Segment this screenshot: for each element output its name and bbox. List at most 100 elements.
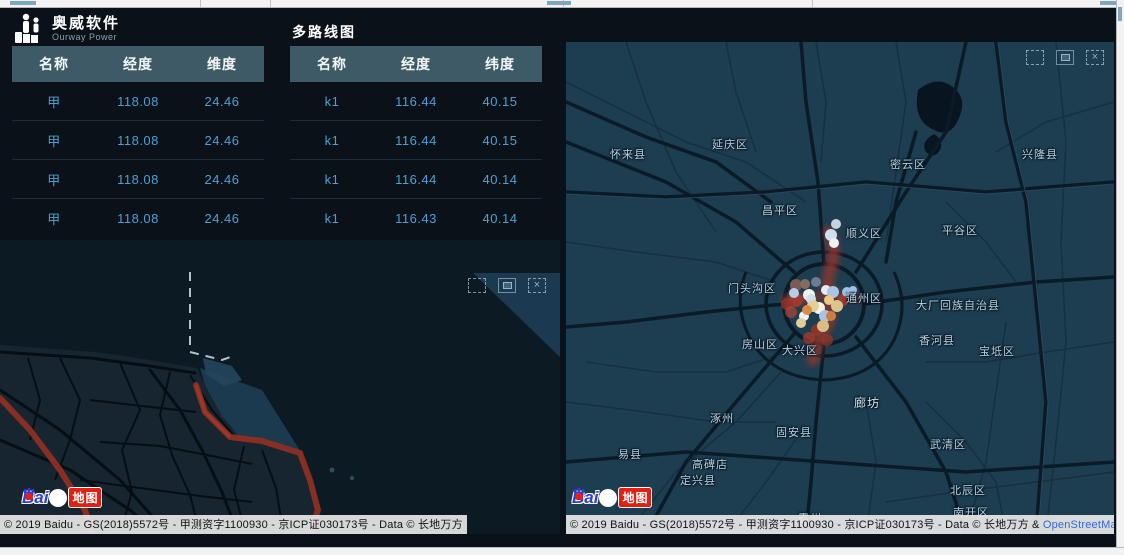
- marquee-select-icon[interactable]: [468, 278, 486, 293]
- table-row[interactable]: 甲118.0824.46: [12, 160, 264, 199]
- cell: 118.08: [96, 94, 180, 109]
- right-scrollbar[interactable]: [1116, 0, 1124, 554]
- district-label: 大兴区: [782, 342, 818, 358]
- brand-subtitle: Ourway Power: [52, 32, 120, 42]
- district-label: 通州区: [846, 290, 882, 306]
- box-zoom-inner: [1061, 54, 1070, 61]
- table-row[interactable]: k1116.4440.15: [290, 121, 542, 160]
- table-row[interactable]: k1116.4340.14: [290, 199, 542, 231]
- district-label: 宝坻区: [979, 343, 1015, 359]
- right-map-copyright: © 2019 Baidu - GS(2018)5572号 - 甲测资字11009…: [566, 515, 1114, 534]
- cell: 40.15: [458, 94, 542, 109]
- coords-table-header: 名称 经度 维度: [12, 46, 264, 82]
- brand-logo: 奥威软件 Ourway Power: [14, 12, 120, 44]
- box-zoom-icon[interactable]: [1056, 50, 1074, 65]
- route-table-header: 名称 经度 纬度: [290, 46, 542, 82]
- multi-route-title: 多路线图: [292, 22, 356, 42]
- district-label: 涿州: [710, 410, 734, 426]
- table-row[interactable]: k1116.4440.14: [290, 160, 542, 199]
- brand-name: 奥威软件: [52, 15, 120, 32]
- cell: 24.46: [180, 172, 264, 187]
- baidu-maps-logo[interactable]: Bai 地图: [22, 487, 102, 508]
- col-latitude: 纬度: [458, 54, 542, 74]
- marquee-select-icon[interactable]: [1026, 50, 1044, 65]
- district-label: 延庆区: [712, 136, 748, 152]
- cell: 116.43: [374, 211, 458, 226]
- district-label: 房山区: [742, 336, 778, 352]
- copyright-text: © 2019 Baidu - GS(2018)5572号 - 甲测资字11009…: [570, 519, 1043, 531]
- clear-selection-icon[interactable]: ×: [1086, 50, 1104, 65]
- right-map-toolbar: ×: [1026, 50, 1104, 65]
- cell: 甲: [12, 92, 96, 111]
- district-label: 香河县: [919, 332, 955, 348]
- col-latitude: 维度: [180, 54, 264, 74]
- district-label: 昌平区: [762, 202, 798, 218]
- cell: 116.44: [374, 172, 458, 187]
- col-longitude: 经度: [374, 54, 458, 74]
- baidu-paw-icon: [49, 489, 67, 507]
- cell: 24.46: [180, 133, 264, 148]
- left-baidu-map[interactable]: × Bai 地图 © 2019 Baidu - GS(2018)5572号 - …: [0, 240, 560, 534]
- right-baidu-map[interactable]: 怀来县 延庆区 密云区 兴隆县 昌平区 顺义区 平谷区 门头沟区 通州区 大厂回…: [566, 42, 1114, 534]
- district-label: 高碑店: [692, 456, 728, 472]
- district-label: 怀来县: [610, 146, 646, 162]
- cell: 24.46: [180, 211, 264, 226]
- table-row[interactable]: 甲118.0824.46: [12, 121, 264, 160]
- cell: 24.46: [180, 94, 264, 109]
- cell: 40.14: [458, 172, 542, 187]
- scrollbar-thumb[interactable]: [10, 1, 36, 5]
- table-row[interactable]: 甲118.0824.46: [12, 82, 264, 121]
- top-ruler[interactable]: [0, 0, 1124, 8]
- cell: k1: [290, 211, 374, 226]
- col-name: 名称: [290, 54, 374, 74]
- cell: 116.44: [374, 133, 458, 148]
- district-label: 易县: [618, 446, 642, 462]
- coords-table: 名称 经度 维度 甲118.0824.46 甲118.0824.46 甲118.…: [12, 46, 264, 231]
- district-label: 兴隆县: [1022, 146, 1058, 162]
- cell: 118.08: [96, 172, 180, 187]
- cell: 116.44: [374, 94, 458, 109]
- scrollbar-thumb[interactable]: [547, 1, 571, 5]
- clear-selection-icon[interactable]: ×: [528, 278, 546, 293]
- cell: 甲: [12, 131, 96, 150]
- district-label: 固安县: [776, 424, 812, 440]
- cell: 118.08: [96, 211, 180, 226]
- podium-people-icon: [14, 12, 44, 44]
- cell: 118.08: [96, 133, 180, 148]
- left-map-toolbar: ×: [468, 278, 546, 293]
- district-label: 门头沟区: [728, 280, 776, 296]
- table-row[interactable]: k1116.4440.15: [290, 82, 542, 121]
- box-zoom-inner: [503, 282, 512, 289]
- baidu-ditu-badge: 地图: [68, 487, 102, 508]
- cell: 甲: [12, 170, 96, 189]
- district-label: 平谷区: [942, 222, 978, 238]
- baidu-paw-icon: [599, 489, 617, 507]
- cell: 40.15: [458, 133, 542, 148]
- right-map-canvas: [566, 42, 1114, 534]
- route-table: 名称 经度 纬度 k1116.4440.15 k1116.4440.15 k11…: [290, 46, 542, 231]
- col-longitude: 经度: [96, 54, 180, 74]
- table-row[interactable]: 甲118.0824.46: [12, 199, 264, 231]
- cell: 甲: [12, 209, 96, 228]
- box-zoom-icon[interactable]: [498, 278, 516, 293]
- cell: k1: [290, 172, 374, 187]
- cell: 40.14: [458, 211, 542, 226]
- cell: k1: [290, 133, 374, 148]
- district-label: 北辰区: [950, 482, 986, 498]
- col-name: 名称: [12, 54, 96, 74]
- left-map-copyright: © 2019 Baidu - GS(2018)5572号 - 甲测资字11009…: [0, 515, 467, 534]
- openstreetmap-link[interactable]: OpenStreetMap: [1043, 519, 1114, 531]
- baidu-ditu-badge: 地图: [618, 487, 652, 508]
- baidu-maps-logo[interactable]: Bai 地图: [572, 487, 652, 508]
- city-label: 廊坊: [854, 394, 880, 411]
- district-label: 密云区: [890, 156, 926, 172]
- district-label: 武清区: [930, 436, 966, 452]
- dashboard-root: { "brand": { "name": "奥威软件", "sub": "Our…: [0, 0, 1124, 554]
- cell: k1: [290, 94, 374, 109]
- copyright-text: © 2019 Baidu - GS(2018)5572号 - 甲测资字11009…: [4, 519, 463, 531]
- scrollbar-thumb[interactable]: [1118, 7, 1122, 21]
- district-label: 大厂回族自治县: [916, 297, 1000, 313]
- district-label: 定兴县: [680, 472, 716, 488]
- district-label: 顺义区: [846, 225, 882, 241]
- dashed-measure-line: [190, 272, 233, 360]
